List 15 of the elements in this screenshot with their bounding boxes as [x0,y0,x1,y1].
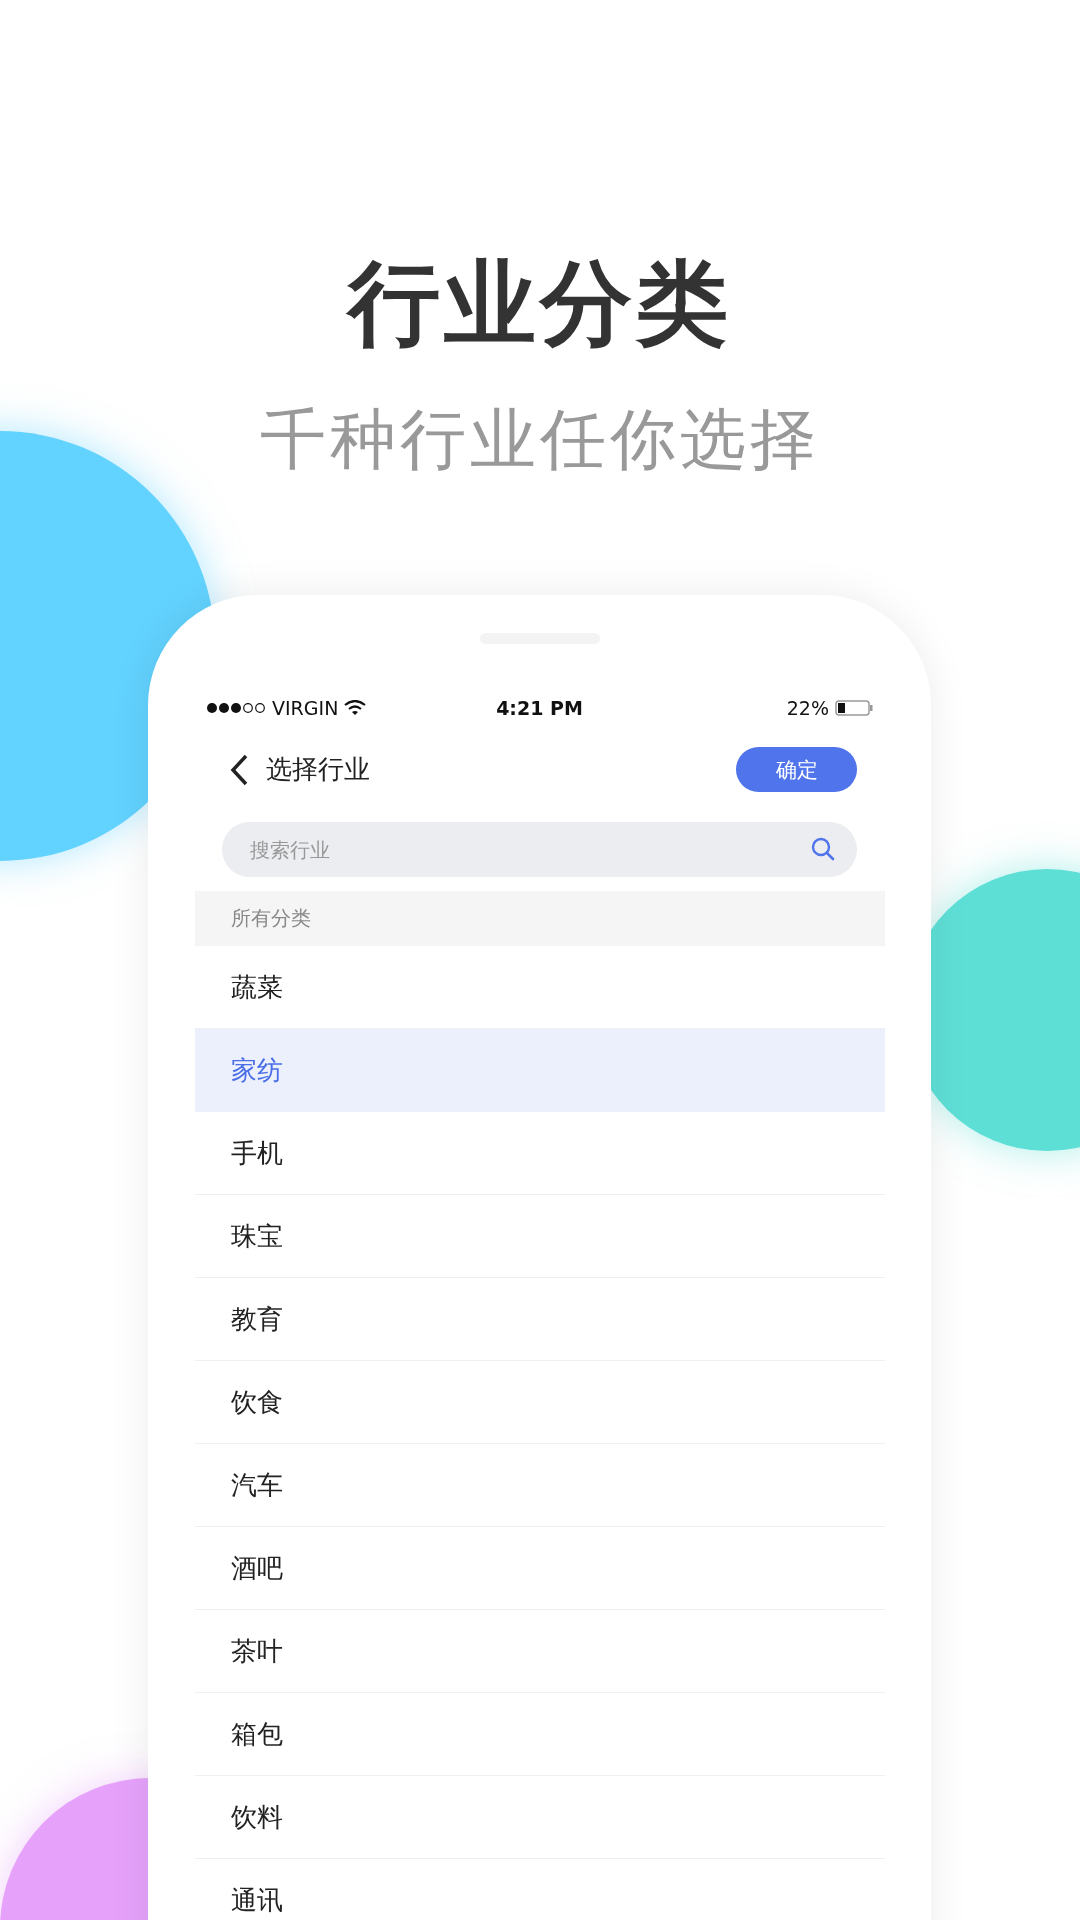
back-icon[interactable] [230,753,248,786]
signal-icon [206,702,266,714]
search-icon[interactable] [811,837,835,861]
search-field[interactable]: 搜索行业 [222,822,857,877]
status-time: 4:21 PM [496,697,583,719]
industry-item[interactable]: 家纺 [195,1029,885,1112]
battery-percent: 22% [786,697,829,719]
battery-icon [835,700,873,716]
carrier-name: VIRGIN [272,697,339,719]
section-label: 所有分类 [231,905,311,932]
page-subtitle: 千种行业任你选择 [260,407,820,473]
page-title: 行业分类 [348,258,732,350]
wifi-icon [344,700,367,716]
screen-title: 选择行业 [266,753,371,786]
confirm-button[interactable]: 确定 [736,747,857,792]
